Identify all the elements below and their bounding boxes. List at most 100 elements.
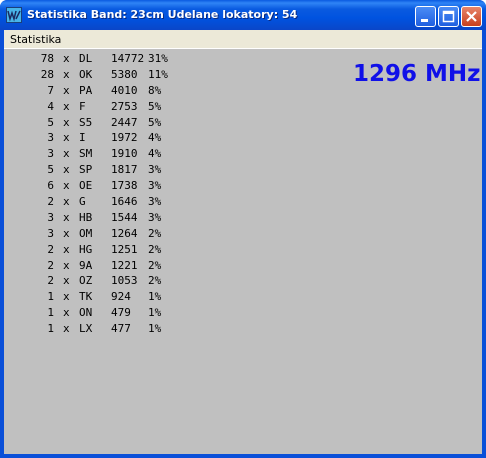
row-x: x [63, 210, 70, 224]
row-prefix: SM [79, 147, 93, 161]
row-percent: 2% [148, 274, 162, 288]
row-prefix: OE [79, 179, 93, 193]
row-x: x [63, 195, 70, 209]
list-item: 78 x DL 14772 31% [4, 51, 344, 67]
row-count: 3 [47, 147, 54, 161]
row-percent: 3% [148, 163, 162, 177]
row-prefix: 9A [79, 258, 93, 272]
row-prefix: F [79, 99, 86, 113]
row-percent: 1% [148, 322, 162, 336]
row-prefix: OM [79, 226, 93, 240]
row-value: 1738 [111, 179, 138, 193]
row-percent: 2% [148, 242, 162, 256]
row-percent: 2% [148, 258, 162, 272]
row-percent: 3% [148, 195, 162, 209]
row-percent: 4% [148, 131, 162, 145]
title-bar[interactable]: Statistika Band: 23cm Udelane lokatory: … [0, 0, 486, 30]
row-value: 1817 [111, 163, 138, 177]
row-count: 6 [47, 179, 54, 193]
row-count: 2 [47, 274, 54, 288]
list-item: 2 x OZ 1053 2% [4, 273, 344, 289]
list-item: 5 x S5 2447 5% [4, 115, 344, 131]
list-item: 4 x F 2753 5% [4, 99, 344, 115]
row-value: 1221 [111, 258, 138, 272]
row-x: x [63, 131, 70, 145]
row-x: x [63, 163, 70, 177]
row-count: 1 [47, 290, 54, 304]
row-count: 5 [47, 163, 54, 177]
row-percent: 2% [148, 226, 162, 240]
row-count: 7 [47, 83, 54, 97]
row-prefix: DL [79, 52, 93, 65]
row-x: x [63, 322, 70, 336]
row-prefix: HG [79, 242, 93, 256]
close-button[interactable] [461, 6, 482, 27]
row-value: 1264 [111, 226, 138, 240]
list-item: 3 x SM 1910 4% [4, 146, 344, 162]
row-percent: 1% [148, 290, 162, 304]
list-item: 5 x SP 1817 3% [4, 162, 344, 178]
row-prefix: I [79, 131, 86, 145]
row-value: 2753 [111, 99, 138, 113]
row-value: 924 [111, 290, 131, 304]
maximize-icon [442, 10, 455, 23]
row-x: x [63, 306, 70, 320]
window-title: Statistika Band: 23cm Udelane lokatory: … [27, 8, 298, 21]
row-value: 1053 [111, 274, 138, 288]
row-x: x [63, 99, 70, 113]
row-count: 2 [47, 258, 54, 272]
row-prefix: TK [79, 290, 93, 304]
list-item: 1 x ON 479 1% [4, 305, 344, 321]
row-percent: 5% [148, 99, 162, 113]
row-count: 3 [47, 210, 54, 224]
app-icon[interactable] [6, 7, 22, 23]
row-prefix: HB [79, 210, 93, 224]
list-item: 1 x LX 477 1% [4, 321, 344, 337]
row-percent: 3% [148, 179, 162, 193]
row-count: 3 [47, 226, 54, 240]
row-count: 3 [47, 131, 54, 145]
row-value: 1544 [111, 210, 138, 224]
row-x: x [63, 258, 70, 272]
list-item: 1 x TK 924 1% [4, 289, 344, 305]
row-prefix: SP [79, 163, 93, 177]
row-value: 14772 [111, 52, 145, 65]
row-x: x [63, 67, 70, 81]
row-percent: 5% [148, 115, 162, 129]
menu-bar: Statistika [4, 30, 482, 49]
row-prefix: OZ [79, 274, 93, 288]
maximize-button[interactable] [438, 6, 459, 27]
row-count: 1 [47, 322, 54, 336]
row-x: x [63, 179, 70, 193]
row-value: 1910 [111, 147, 138, 161]
minimize-icon [421, 19, 428, 22]
menu-item-statistika[interactable]: Statistika [10, 33, 61, 46]
row-x: x [63, 115, 70, 129]
row-count: 2 [47, 242, 54, 256]
row-x: x [63, 52, 70, 65]
row-prefix: OK [79, 67, 93, 81]
row-percent: 8% [148, 83, 162, 97]
list-item: 3 x I 1972 4% [4, 130, 344, 146]
row-value: 5380 [111, 67, 138, 81]
row-value: 4010 [111, 83, 138, 97]
row-percent: 3% [148, 210, 162, 224]
row-value: 1646 [111, 195, 138, 209]
row-count: 28 [40, 67, 54, 81]
row-x: x [63, 290, 70, 304]
row-percent: 11% [148, 67, 168, 81]
list-item: 6 x OE 1738 3% [4, 178, 344, 194]
row-percent: 1% [148, 306, 162, 320]
row-prefix: S5 [79, 115, 93, 129]
row-prefix: ON [79, 306, 93, 320]
minimize-button[interactable] [415, 6, 436, 27]
row-percent: 4% [148, 147, 162, 161]
row-value: 477 [111, 322, 131, 336]
close-icon [466, 11, 477, 22]
client-area: Statistika 1296 MHz 78 x DL 14772 31% 28 x OK 5… [4, 30, 482, 454]
list-item: 3 x OM 1264 2% [4, 226, 344, 242]
row-value: 1972 [111, 131, 138, 145]
app-window: Statistika Band: 23cm Udelane lokatory: … [0, 0, 486, 458]
list-item: 3 x HB 1544 3% [4, 210, 344, 226]
row-prefix: G [79, 195, 86, 209]
